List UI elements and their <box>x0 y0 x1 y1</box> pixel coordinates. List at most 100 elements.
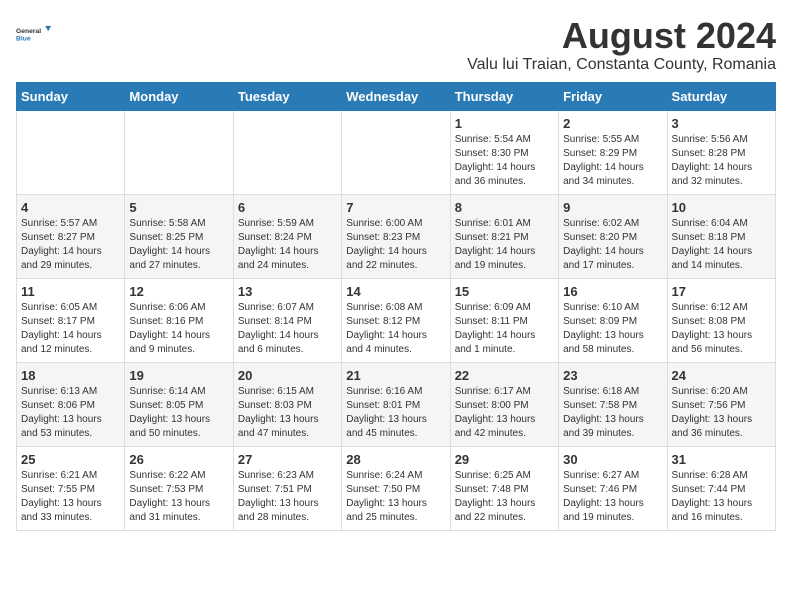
day-number: 12 <box>129 284 228 299</box>
calendar-week-row: 4 Sunrise: 5:57 AM Sunset: 8:27 PM Daylig… <box>17 194 776 278</box>
day-number: 15 <box>455 284 554 299</box>
day-info: Sunrise: 6:08 AM Sunset: 8:12 PM Dayligh… <box>346 301 445 357</box>
day-number: 16 <box>563 284 662 299</box>
calendar-week-row: 25Sunrise: 6:21 AM Sunset: 7:55 PM Dayli… <box>17 446 776 530</box>
day-number: 8 <box>455 200 554 215</box>
calendar-cell: 10 Sunrise: 6:04 AM Sunset: 8:18 PM Dayli… <box>667 194 775 278</box>
day-info: Sunrise: 6:02 AM Sunset: 8:20 PM Dayligh… <box>563 217 662 273</box>
day-info: Sunrise: 6:17 AM Sunset: 8:00 PM Dayligh… <box>455 385 554 441</box>
day-info: Sunrise: 6:13 AM Sunset: 8:06 PM Dayligh… <box>21 385 120 441</box>
day-info: Sunrise: 5:54 AM Sunset: 8:30 PM Dayligh… <box>455 133 554 189</box>
calendar-header-row: SundayMondayTuesdayWednesdayThursdayFrid… <box>17 82 776 110</box>
calendar-cell: 6Sunrise: 5:59 AM Sunset: 8:24 PM Daylig… <box>233 194 341 278</box>
page-subtitle: Valu lui Traian, Constanta County, Roman… <box>467 56 776 74</box>
day-number: 23 <box>563 368 662 383</box>
calendar-cell: 30 Sunrise: 6:27 AM Sunset: 7:46 PM Dayli… <box>559 446 667 530</box>
day-info: Sunrise: 5:57 AM Sunset: 8:27 PM Dayligh… <box>21 217 120 273</box>
day-number: 10 <box>672 200 771 215</box>
calendar-cell <box>233 110 341 194</box>
calendar-cell: 17Sunrise: 6:12 AM Sunset: 8:08 PM Dayli… <box>667 278 775 362</box>
calendar-cell: 7 Sunrise: 6:00 AM Sunset: 8:23 PM Daylig… <box>342 194 450 278</box>
day-info: Sunrise: 6:20 AM Sunset: 7:56 PM Dayligh… <box>672 385 771 441</box>
calendar-cell: 8 Sunrise: 6:01 AM Sunset: 8:21 PM Daylig… <box>450 194 558 278</box>
header-thursday: Thursday <box>450 82 558 110</box>
header-sunday: Sunday <box>17 82 125 110</box>
day-number: 4 <box>21 200 120 215</box>
calendar-week-row: 18Sunrise: 6:13 AM Sunset: 8:06 PM Dayli… <box>17 362 776 446</box>
calendar-cell: 20 Sunrise: 6:15 AM Sunset: 8:03 PM Dayli… <box>233 362 341 446</box>
calendar-cell: 31 Sunrise: 6:28 AM Sunset: 7:44 PM Dayli… <box>667 446 775 530</box>
logo: GeneralBlue <box>16 16 52 52</box>
day-number: 14 <box>346 284 445 299</box>
day-info: Sunrise: 6:04 AM Sunset: 8:18 PM Dayligh… <box>672 217 771 273</box>
header-friday: Friday <box>559 82 667 110</box>
calendar-cell: 24Sunrise: 6:20 AM Sunset: 7:56 PM Dayli… <box>667 362 775 446</box>
calendar-cell: 14 Sunrise: 6:08 AM Sunset: 8:12 PM Dayli… <box>342 278 450 362</box>
day-number: 30 <box>563 452 662 467</box>
calendar-cell: 29Sunrise: 6:25 AM Sunset: 7:48 PM Dayli… <box>450 446 558 530</box>
day-number: 22 <box>455 368 554 383</box>
calendar-week-row: 1 Sunrise: 5:54 AM Sunset: 8:30 PM Daylig… <box>17 110 776 194</box>
header-monday: Monday <box>125 82 233 110</box>
calendar-cell: 1 Sunrise: 5:54 AM Sunset: 8:30 PM Daylig… <box>450 110 558 194</box>
calendar-cell: 18Sunrise: 6:13 AM Sunset: 8:06 PM Dayli… <box>17 362 125 446</box>
day-info: Sunrise: 6:27 AM Sunset: 7:46 PM Dayligh… <box>563 469 662 525</box>
calendar-cell: 22 Sunrise: 6:17 AM Sunset: 8:00 PM Dayli… <box>450 362 558 446</box>
calendar-cell: 16 Sunrise: 6:10 AM Sunset: 8:09 PM Dayli… <box>559 278 667 362</box>
day-info: Sunrise: 6:14 AM Sunset: 8:05 PM Dayligh… <box>129 385 228 441</box>
calendar-cell: 9Sunrise: 6:02 AM Sunset: 8:20 PM Daylig… <box>559 194 667 278</box>
header-saturday: Saturday <box>667 82 775 110</box>
calendar-cell: 2 Sunrise: 5:55 AM Sunset: 8:29 PM Daylig… <box>559 110 667 194</box>
day-info: Sunrise: 6:28 AM Sunset: 7:44 PM Dayligh… <box>672 469 771 525</box>
day-number: 3 <box>672 116 771 131</box>
calendar-cell: 27Sunrise: 6:23 AM Sunset: 7:51 PM Dayli… <box>233 446 341 530</box>
day-number: 21 <box>346 368 445 383</box>
calendar-cell: 4 Sunrise: 5:57 AM Sunset: 8:27 PM Daylig… <box>17 194 125 278</box>
calendar-cell: 12 Sunrise: 6:06 AM Sunset: 8:16 PM Dayli… <box>125 278 233 362</box>
day-number: 28 <box>346 452 445 467</box>
header-wednesday: Wednesday <box>342 82 450 110</box>
calendar-cell <box>342 110 450 194</box>
calendar-cell: 13Sunrise: 6:07 AM Sunset: 8:14 PM Dayli… <box>233 278 341 362</box>
svg-text:General: General <box>16 28 41 35</box>
day-info: Sunrise: 6:05 AM Sunset: 8:17 PM Dayligh… <box>21 301 120 357</box>
day-info: Sunrise: 5:56 AM Sunset: 8:28 PM Dayligh… <box>672 133 771 189</box>
day-number: 26 <box>129 452 228 467</box>
day-number: 29 <box>455 452 554 467</box>
day-info: Sunrise: 6:07 AM Sunset: 8:14 PM Dayligh… <box>238 301 337 357</box>
day-number: 1 <box>455 116 554 131</box>
day-number: 2 <box>563 116 662 131</box>
day-info: Sunrise: 6:23 AM Sunset: 7:51 PM Dayligh… <box>238 469 337 525</box>
day-number: 7 <box>346 200 445 215</box>
calendar-week-row: 11 Sunrise: 6:05 AM Sunset: 8:17 PM Dayli… <box>17 278 776 362</box>
calendar-cell <box>125 110 233 194</box>
day-info: Sunrise: 6:00 AM Sunset: 8:23 PM Dayligh… <box>346 217 445 273</box>
day-info: Sunrise: 6:06 AM Sunset: 8:16 PM Dayligh… <box>129 301 228 357</box>
calendar-cell <box>17 110 125 194</box>
day-number: 20 <box>238 368 337 383</box>
day-info: Sunrise: 6:15 AM Sunset: 8:03 PM Dayligh… <box>238 385 337 441</box>
calendar-cell: 5Sunrise: 5:58 AM Sunset: 8:25 PM Daylig… <box>125 194 233 278</box>
day-number: 31 <box>672 452 771 467</box>
svg-text:Blue: Blue <box>16 35 31 42</box>
calendar-cell: 19Sunrise: 6:14 AM Sunset: 8:05 PM Dayli… <box>125 362 233 446</box>
day-number: 6 <box>238 200 337 215</box>
day-info: Sunrise: 6:24 AM Sunset: 7:50 PM Dayligh… <box>346 469 445 525</box>
calendar-table: SundayMondayTuesdayWednesdayThursdayFrid… <box>16 82 776 531</box>
page-title: August 2024 <box>467 16 776 56</box>
title-block: August 2024 Valu lui Traian, Constanta C… <box>467 16 776 74</box>
day-number: 5 <box>129 200 228 215</box>
logo-icon: GeneralBlue <box>16 16 52 52</box>
calendar-cell: 21 Sunrise: 6:16 AM Sunset: 8:01 PM Dayli… <box>342 362 450 446</box>
calendar-cell: 26Sunrise: 6:22 AM Sunset: 7:53 PM Dayli… <box>125 446 233 530</box>
day-info: Sunrise: 6:10 AM Sunset: 8:09 PM Dayligh… <box>563 301 662 357</box>
day-info: Sunrise: 6:16 AM Sunset: 8:01 PM Dayligh… <box>346 385 445 441</box>
calendar-cell: 11 Sunrise: 6:05 AM Sunset: 8:17 PM Dayli… <box>17 278 125 362</box>
page-header: GeneralBlue August 2024 Valu lui Traian,… <box>16 16 776 74</box>
day-info: Sunrise: 5:55 AM Sunset: 8:29 PM Dayligh… <box>563 133 662 189</box>
day-info: Sunrise: 6:21 AM Sunset: 7:55 PM Dayligh… <box>21 469 120 525</box>
day-number: 11 <box>21 284 120 299</box>
header-tuesday: Tuesday <box>233 82 341 110</box>
calendar-cell: 28 Sunrise: 6:24 AM Sunset: 7:50 PM Dayli… <box>342 446 450 530</box>
day-info: Sunrise: 6:01 AM Sunset: 8:21 PM Dayligh… <box>455 217 554 273</box>
